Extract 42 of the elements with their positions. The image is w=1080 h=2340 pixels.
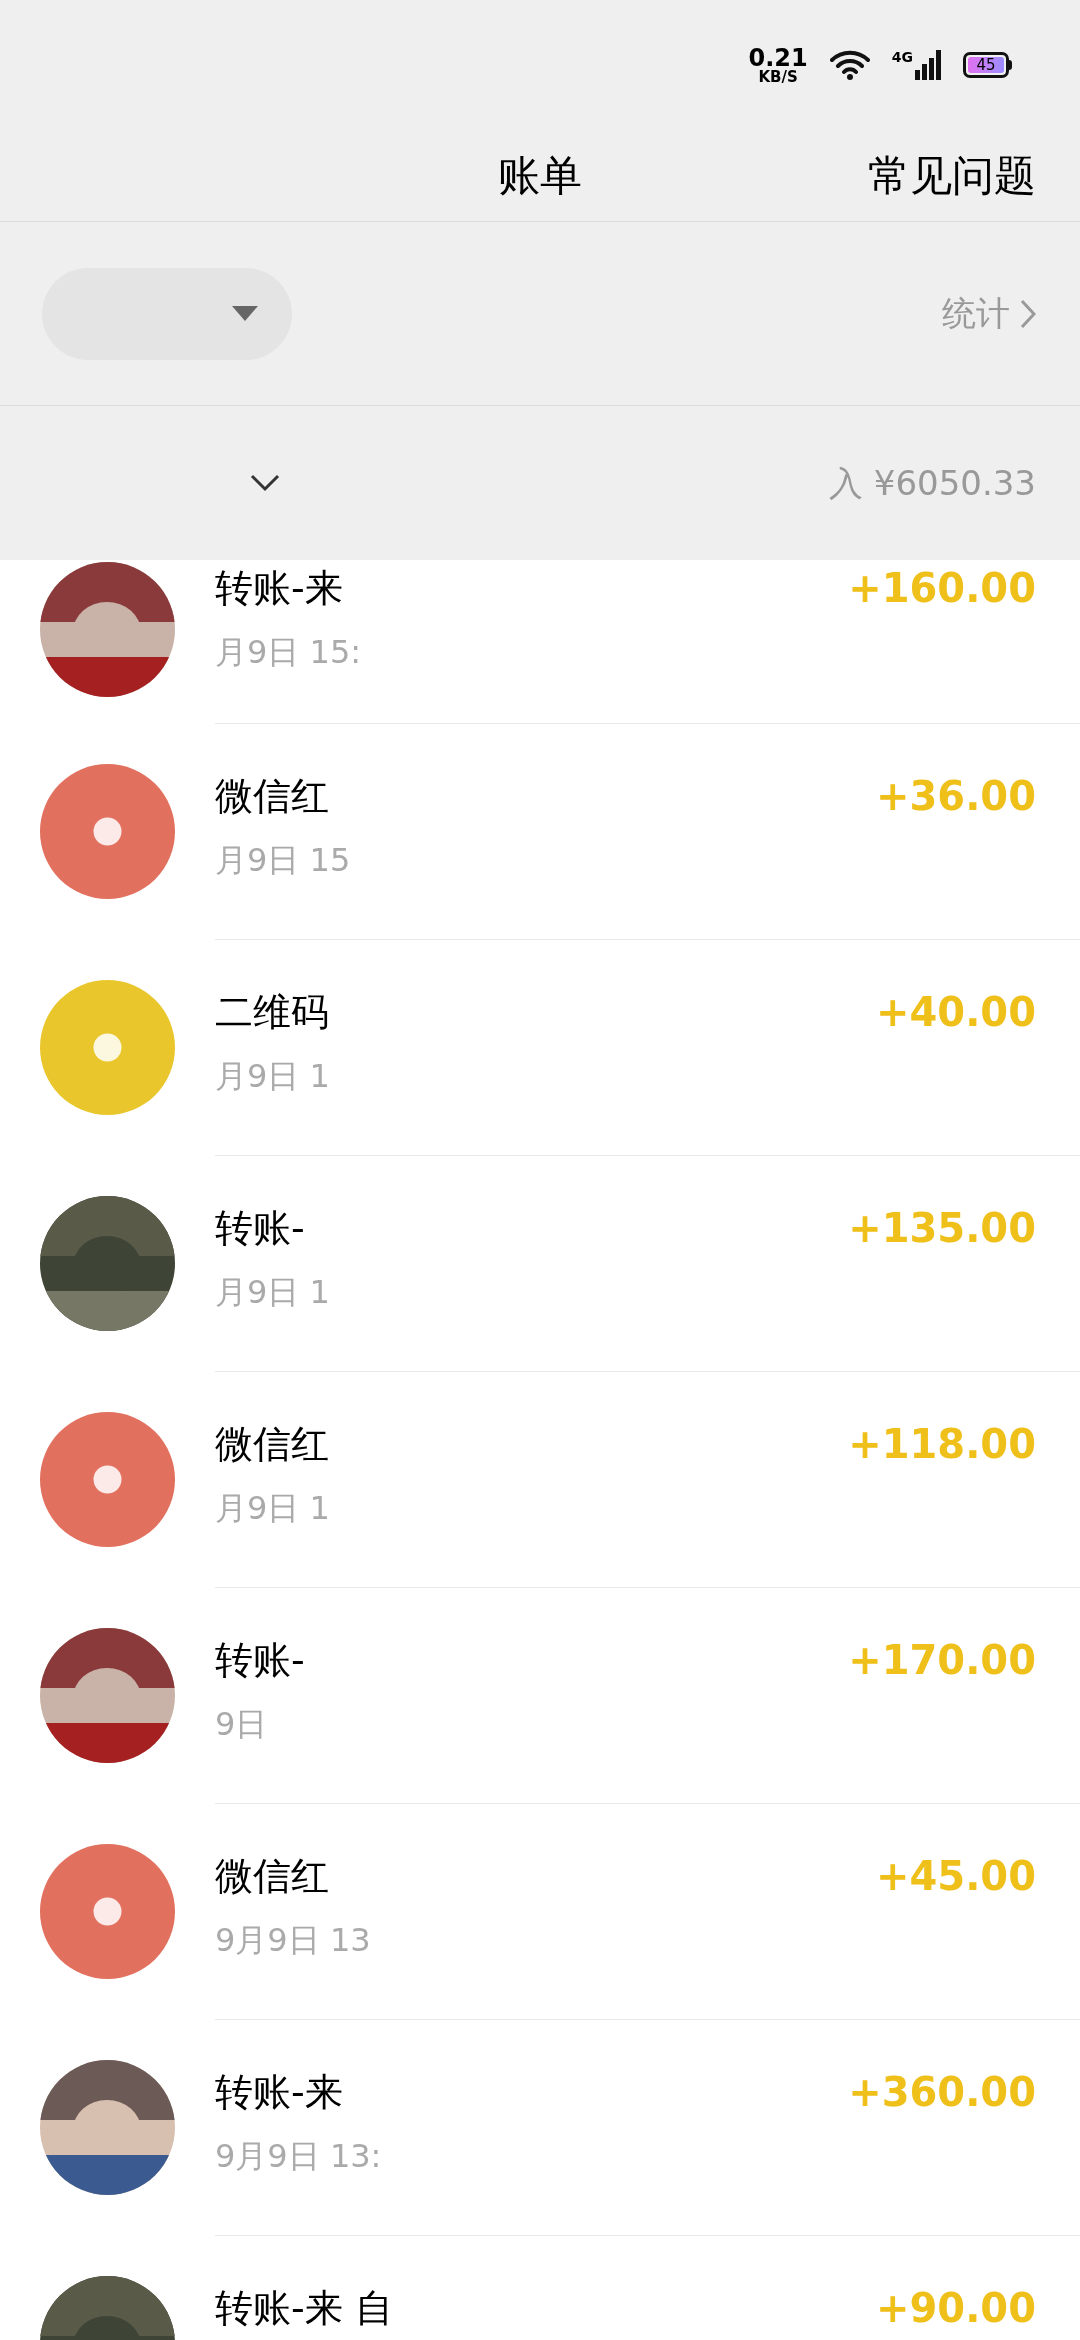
dropdown-arrow-icon bbox=[232, 305, 258, 322]
transaction-title: 转账-来 bbox=[215, 565, 344, 612]
transaction-time: 月9日 1 bbox=[215, 1488, 330, 1528]
transaction-time: 9月9日 13 bbox=[215, 1920, 371, 1960]
transaction-amount: +40.00 bbox=[875, 988, 1036, 1037]
transaction-time: 9日 bbox=[215, 1704, 269, 1744]
transaction-amount: +118.00 bbox=[848, 1420, 1036, 1469]
network-speed: 0.21 bbox=[748, 45, 808, 70]
transaction-amount: +90.00 bbox=[875, 2284, 1036, 2333]
transaction-title: 微信红 bbox=[215, 1421, 330, 1468]
chevron-down-icon[interactable] bbox=[250, 474, 280, 492]
income-summary: 入 ¥6050.33 bbox=[828, 461, 1036, 505]
transaction-title: 转账-来 bbox=[215, 2069, 344, 2116]
transaction-title: 微信红 bbox=[215, 1853, 330, 1900]
transaction-amount: +160.00 bbox=[848, 564, 1036, 613]
transaction-title: 微信红 bbox=[215, 773, 330, 820]
payment-icon bbox=[40, 1844, 175, 1979]
transaction-amount: +36.00 bbox=[875, 772, 1036, 821]
transaction-amount: +360.00 bbox=[848, 2068, 1036, 2117]
page-title: 账单 bbox=[498, 150, 582, 202]
transaction-time: 月9日 1 bbox=[215, 1056, 330, 1096]
transaction-title: 转账- bbox=[215, 1205, 306, 1252]
payment-icon bbox=[40, 1412, 175, 1547]
transaction-time: 月9日 15 bbox=[215, 840, 351, 880]
speed-unit: KB/S bbox=[758, 69, 798, 85]
wifi-icon bbox=[829, 49, 870, 81]
signal-icon bbox=[915, 50, 941, 80]
transaction-amount: +135.00 bbox=[848, 1204, 1036, 1253]
transaction-amount: +45.00 bbox=[875, 1852, 1036, 1901]
faq-link[interactable]: 常见问题 bbox=[868, 144, 1036, 207]
chevron-right-icon bbox=[1020, 298, 1036, 329]
transaction-time: 9月9日 13: bbox=[215, 2136, 382, 2176]
transaction-title: 转账-来 自 bbox=[215, 2285, 393, 2332]
payment-icon bbox=[40, 764, 175, 899]
battery-icon: 45 bbox=[963, 52, 1012, 78]
transaction-amount: +170.00 bbox=[848, 1636, 1036, 1685]
transaction-title: 二维码 bbox=[215, 989, 330, 1036]
network-type: 4G bbox=[891, 50, 913, 64]
payment-icon bbox=[40, 980, 175, 1115]
transaction-title: 转账- bbox=[215, 1637, 305, 1684]
transaction-time: 月9日 1 bbox=[215, 1272, 330, 1312]
transaction-time: 月9日 15: bbox=[215, 632, 362, 672]
